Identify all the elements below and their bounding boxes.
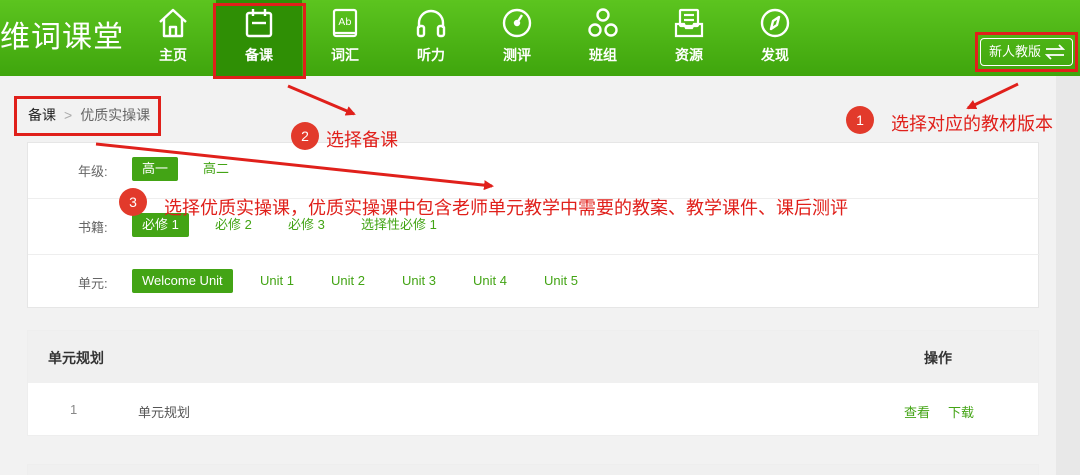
book-icon: Ab (332, 8, 358, 38)
nav-item-resources[interactable]: 资源 (646, 0, 732, 76)
step-2-text: 选择备课 (326, 130, 398, 150)
edition-label: 新人教版 (989, 44, 1042, 59)
row-index: 1 (70, 402, 78, 417)
column-header-title: 单元规划 (48, 350, 104, 366)
download-link[interactable]: 下载 (948, 402, 974, 421)
filter-panel: 年级: 高一 高二 书籍: 必修 1 必修 2 必修 3 选择性必修 1 单元:… (27, 142, 1040, 311)
gauge-icon (502, 8, 532, 38)
grade-chip-2[interactable]: 高二 (193, 157, 239, 181)
nav-label: 词汇 (331, 47, 359, 63)
unit-chip-5[interactable]: Unit 5 (534, 269, 588, 293)
grade-chip-1[interactable]: 高一 (132, 157, 179, 181)
nav-item-class-group[interactable]: 班组 (560, 0, 646, 76)
unit-chip-2[interactable]: Unit 2 (321, 269, 375, 293)
unit-chip-1[interactable]: Unit 1 (250, 269, 304, 293)
next-table-header (27, 464, 1039, 475)
nav-item-discover[interactable]: 发现 (732, 0, 818, 76)
nav-label: 资源 (675, 47, 703, 63)
breadcrumb: 备课 > 优质实操课 (16, 96, 162, 134)
unit-chip-welcome[interactable]: Welcome Unit (132, 269, 233, 293)
compass-icon (760, 8, 790, 38)
column-header-action: 操作 (924, 350, 952, 366)
arrow-step2 (287, 84, 356, 116)
arrow-step1 (966, 82, 1019, 110)
edition-switch-button[interactable]: 新人教版 (980, 38, 1073, 66)
page-right-gutter (1056, 76, 1080, 475)
nav-item-home[interactable]: 主页 (130, 0, 216, 76)
group-icon (588, 8, 618, 37)
unit-plan-table: 单元规划 操作 1 单元规划 查看 下载 (27, 330, 1039, 436)
grade-label: 年级: (78, 164, 108, 179)
home-icon (159, 8, 187, 38)
calendar-icon (245, 9, 273, 38)
nav-label: 备课 (245, 47, 273, 63)
view-link[interactable]: 查看 (904, 402, 930, 421)
unit-label: 单元: (78, 276, 108, 291)
swap-arrows-icon (1044, 44, 1066, 60)
nav-item-listening[interactable]: 听力 (388, 0, 474, 76)
table-row: 1 单元规划 查看 下载 (28, 383, 1038, 436)
unit-chip-3[interactable]: Unit 3 (392, 269, 446, 293)
top-nav-bar: 维词课堂 主页 备课 Ab 词汇 听力 测评 班组 资源 发现 新人教版 (0, 0, 1080, 76)
svg-text:Ab: Ab (338, 17, 351, 28)
nav-label: 主页 (159, 47, 187, 63)
nav-label: 发现 (761, 47, 789, 63)
filter-row-grade: 年级: 高一 高二 (28, 143, 1040, 199)
nav-item-assessment[interactable]: 测评 (474, 0, 560, 76)
nav-item-lesson-prep[interactable]: 备课 (216, 0, 302, 76)
row-name: 单元规划 (138, 405, 191, 420)
nav-label: 班组 (589, 47, 617, 63)
book-label: 书籍: (78, 220, 108, 235)
inbox-icon (674, 8, 704, 38)
app-logo[interactable]: 维词课堂 (0, 18, 130, 58)
step-badge-3: 3 (119, 188, 147, 216)
breadcrumb-lesson-prep[interactable]: 备课 (28, 107, 56, 123)
step-3-text: 选择优质实操课，优质实操课中包含老师单元教学中需要的教案、教学课件、课后测评 (164, 198, 848, 218)
breadcrumb-separator: > (64, 107, 73, 123)
step-badge-1: 1 (846, 106, 874, 134)
breadcrumb-quality-lessons[interactable]: 优质实操课 (80, 107, 150, 123)
step-badge-2: 2 (291, 122, 319, 150)
unit-chip-4[interactable]: Unit 4 (463, 269, 517, 293)
nav-item-vocabulary[interactable]: Ab 词汇 (302, 0, 388, 76)
filter-row-unit: 单元: Welcome Unit Unit 1 Unit 2 Unit 3 Un… (28, 255, 1040, 311)
step-1-text: 选择对应的教材版本 (891, 114, 1053, 134)
nav-label: 测评 (503, 47, 531, 63)
nav-label: 听力 (417, 47, 445, 63)
headphones-icon (416, 9, 446, 38)
table-header: 单元规划 操作 (28, 331, 1038, 383)
